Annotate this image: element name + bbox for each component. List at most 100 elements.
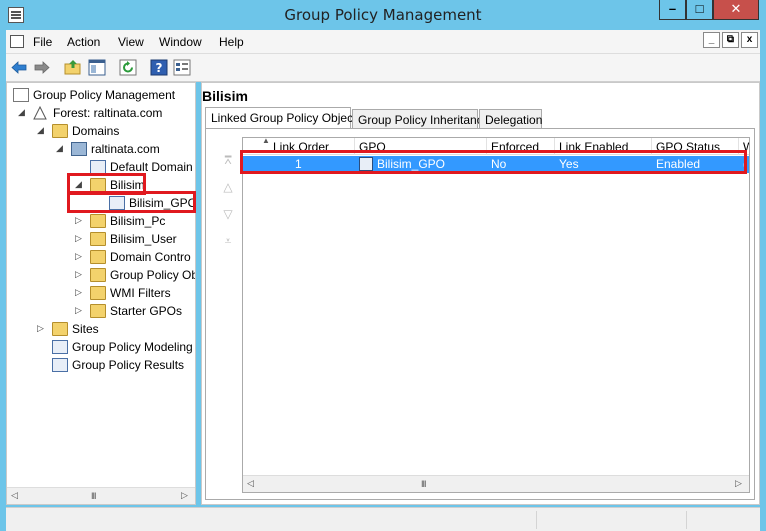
scroll-right-icon[interactable]: ▷: [181, 490, 188, 501]
column-label: Link Order: [273, 140, 330, 154]
wmi-filter-folder-icon: [90, 286, 106, 300]
up-folder-icon[interactable]: [64, 59, 82, 76]
tree-item-group-policy-objects[interactable]: ▷ Group Policy Ob: [11, 266, 195, 284]
tree-item-domain[interactable]: ◢ raltinata.com: [11, 140, 195, 158]
tree-item-bilisim-pc[interactable]: ▷ Bilisim_Pc: [11, 212, 195, 230]
close-button[interactable]: ✕: [713, 0, 759, 20]
tab-delegation[interactable]: Delegation: [479, 109, 542, 129]
menu-file[interactable]: File: [33, 35, 52, 49]
help-icon[interactable]: ?: [150, 59, 168, 76]
column-gpo[interactable]: GPO: [355, 138, 487, 155]
mdi-close-button[interactable]: x: [741, 32, 758, 48]
gpo-link-icon: [90, 160, 106, 174]
cell-gpo-status: Enabled: [656, 157, 701, 171]
domain-icon: [71, 142, 87, 156]
move-bottom-button[interactable]: ⩡: [219, 234, 237, 248]
status-bar: [6, 507, 760, 531]
tree-item-label: Sites: [72, 322, 99, 336]
toolbar: ?: [6, 54, 760, 82]
tree-item-label: WMI Filters: [110, 286, 171, 300]
back-arrow-icon[interactable]: [10, 59, 28, 76]
move-up-button[interactable]: △: [219, 180, 237, 194]
expand-icon[interactable]: ▷: [75, 305, 84, 316]
menu-window[interactable]: Window: [159, 35, 202, 49]
gpo-container-icon: [90, 268, 106, 282]
collapse-icon[interactable]: ◢: [75, 179, 84, 190]
expand-icon[interactable]: ▷: [75, 287, 84, 298]
scroll-thumb[interactable]: III: [91, 491, 96, 501]
list-horizontal-scrollbar[interactable]: ◁ III ▷: [243, 475, 749, 492]
column-enforced[interactable]: Enforced: [487, 138, 555, 155]
column-wmi-filter[interactable]: W: [739, 138, 749, 155]
cell-wmi-filter: (: [743, 157, 747, 171]
properties-icon[interactable]: [173, 59, 191, 76]
refresh-icon[interactable]: [119, 59, 137, 76]
column-gpo-status[interactable]: GPO Status: [652, 138, 739, 155]
tree-item-results[interactable]: Group Policy Results: [11, 356, 195, 374]
linked-gpo-list[interactable]: ▲ Link Order GPO Enforced Link Enabled G…: [242, 137, 750, 493]
scroll-right-icon[interactable]: ▷: [735, 478, 742, 489]
mdi-minimize-button[interactable]: _: [703, 32, 720, 48]
move-top-button[interactable]: ⩞: [219, 153, 237, 167]
close-icon: ✕: [730, 1, 742, 16]
tree-horizontal-scrollbar[interactable]: ◁ III ▷: [7, 487, 195, 504]
scroll-left-icon[interactable]: ◁: [11, 490, 18, 501]
tab-linked-gpos[interactable]: Linked Group Policy Objects: [205, 107, 362, 130]
starter-gpo-folder-icon: [90, 304, 106, 318]
pane-title: Bilisim: [202, 88, 248, 104]
title-bar[interactable]: Group Policy Management – □ ✕: [0, 0, 766, 30]
tree-item-domains[interactable]: ◢ Domains: [11, 122, 195, 140]
column-link-enabled[interactable]: Link Enabled: [555, 138, 652, 155]
forward-arrow-icon[interactable]: [33, 59, 51, 76]
tree-item-starter-gpos[interactable]: ▷ Starter GPOs: [11, 302, 195, 320]
mdi-restore-button[interactable]: ⧉: [722, 32, 739, 48]
tab-gp-inheritance[interactable]: Group Policy Inheritance: [352, 109, 489, 129]
tree-item-modeling[interactable]: Group Policy Modeling: [11, 338, 195, 356]
expand-icon[interactable]: ▷: [75, 269, 84, 280]
expand-icon[interactable]: ▷: [37, 323, 46, 334]
tree-item-label: Domains: [72, 124, 120, 138]
move-down-button[interactable]: ▽: [219, 207, 237, 221]
tree-item-root[interactable]: Group Policy Management: [11, 86, 195, 104]
menu-action[interactable]: Action: [67, 35, 100, 49]
results-icon: [52, 358, 68, 372]
tree-item-label: Forest: raltinata.com: [53, 106, 163, 120]
tree-item-default-domain-policy[interactable]: Default Domain: [11, 158, 195, 176]
expand-icon[interactable]: ▷: [75, 233, 84, 244]
expand-icon[interactable]: ▷: [75, 215, 84, 226]
tree-item-label: Bilisim_Pc: [110, 214, 166, 228]
gpmc-root-icon: [13, 88, 29, 102]
window-title: Group Policy Management: [284, 6, 482, 24]
collapse-icon[interactable]: ◢: [37, 125, 46, 136]
minimize-button[interactable]: –: [659, 0, 686, 20]
tree-item-label: Bilisim_GPO: [129, 196, 195, 210]
scroll-left-icon[interactable]: ◁: [247, 478, 254, 489]
ou-folder-icon: [90, 232, 106, 246]
scroll-thumb[interactable]: III: [421, 479, 426, 489]
table-row[interactable]: 1 Bilisim_GPO No Yes Enabled (: [243, 156, 749, 173]
menu-view[interactable]: View: [118, 35, 144, 49]
gpo-link-icon: [359, 157, 373, 171]
tree-item-sites[interactable]: ▷ Sites: [11, 320, 195, 338]
list-header: ▲ Link Order GPO Enforced Link Enabled G…: [243, 138, 749, 155]
tree-item-forest[interactable]: ◢ Forest: raltinata.com: [11, 104, 195, 122]
show-hide-tree-icon[interactable]: [88, 59, 106, 76]
expand-icon[interactable]: ▷: [75, 251, 84, 262]
cell-gpo: Bilisim_GPO: [377, 157, 446, 171]
system-menu-icon[interactable]: [10, 35, 24, 48]
cell-enforced: No: [491, 157, 507, 171]
collapse-icon[interactable]: ◢: [18, 107, 27, 118]
collapse-icon[interactable]: ◢: [56, 143, 65, 154]
console-tree[interactable]: Group Policy Management ◢ Forest: raltin…: [6, 82, 196, 505]
tree-item-wmi-filters[interactable]: ▷ WMI Filters: [11, 284, 195, 302]
app-window: Group Policy Management – □ ✕ File Actio…: [0, 0, 766, 531]
linked-gpos-panel: ⩞ △ ▽ ⩡ ▲ Link Order GPO Enforced Link E…: [205, 128, 755, 500]
tree-item-bilisim-gpo[interactable]: Bilisim_GPO: [11, 194, 195, 212]
tree-item-domain-controllers[interactable]: ▷ Domain Contro: [11, 248, 195, 266]
tree-item-bilisim[interactable]: ◢ Bilisim: [11, 176, 195, 194]
sites-folder-icon: [52, 322, 68, 336]
menu-help[interactable]: Help: [219, 35, 244, 49]
maximize-button[interactable]: □: [686, 0, 713, 20]
column-link-order[interactable]: ▲ Link Order: [243, 138, 355, 155]
tree-item-bilisim-user[interactable]: ▷ Bilisim_User: [11, 230, 195, 248]
